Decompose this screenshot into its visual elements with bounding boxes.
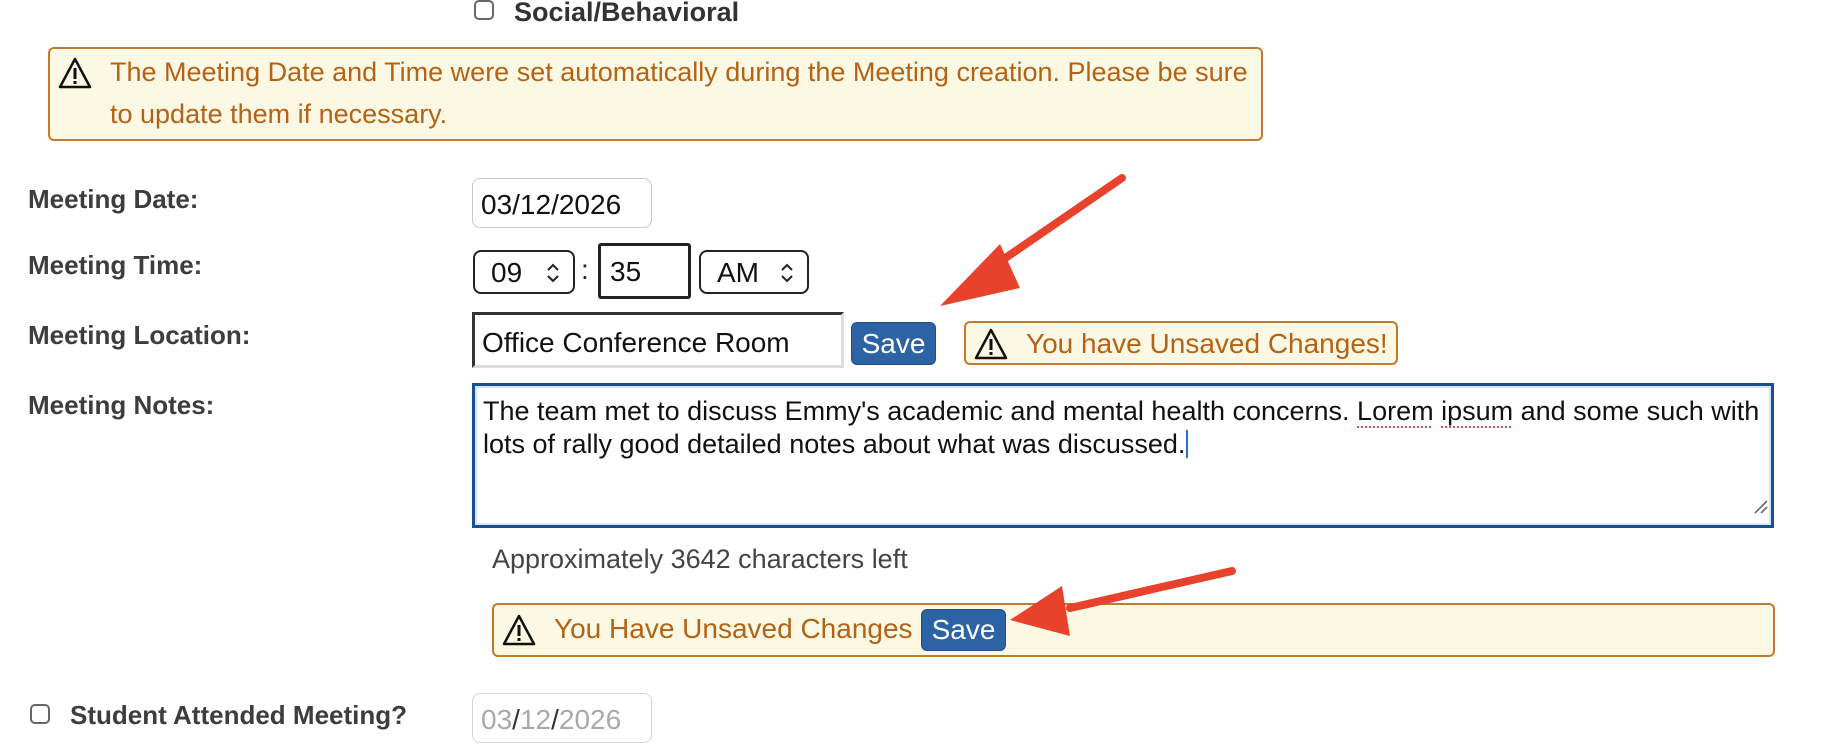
social-behavioral-checkbox[interactable] [474,0,494,20]
attended-date-day: 12 [519,704,552,735]
location-save-button[interactable]: Save [851,322,936,365]
meeting-notes-label: Meeting Notes: [28,390,215,420]
warning-triangle-icon [502,614,536,646]
time-separator: : [581,254,589,285]
warning-triangle-icon [58,57,92,89]
unsaved-changes-badge: You have Unsaved Changes! [964,321,1398,365]
attended-date-year: 2026 [558,704,622,735]
hour-select-value: 09 [491,257,523,288]
date-separator: / [512,704,520,735]
unsaved-changes-alert-text: You Have Unsaved Changes [554,613,913,644]
minute-input[interactable]: 35 [598,243,691,299]
attended-date-month: 03 [481,704,513,735]
characters-left-counter: Approximately 3642 characters left [492,544,908,574]
am-pm-select-value: AM [717,257,759,288]
social-behavioral-label: Social/Behavioral [514,0,740,27]
notes-save-button[interactable]: Save [921,609,1006,651]
unsaved-changes-badge-text: You have Unsaved Changes! [1026,328,1388,359]
notes-space [1434,396,1442,426]
auto-set-date-alert-text: The Meeting Date and Time were set autom… [110,57,1248,129]
unsaved-changes-alert: You Have Unsaved Changes Save [492,603,1775,657]
warning-triangle-icon [974,328,1008,360]
up-down-chevron-icon [545,260,561,292]
meeting-time-label: Meeting Time: [28,250,203,280]
auto-set-date-alert: The Meeting Date and Time were set autom… [48,47,1263,141]
notes-text-part1: The team met to discuss Emmy's academic … [483,396,1358,426]
hour-select[interactable]: 09 [473,250,575,294]
up-down-chevron-icon [779,260,795,292]
am-pm-select[interactable]: AM [699,250,809,294]
student-attended-label: Student Attended Meeting? [70,700,408,730]
meeting-date-input[interactable]: 03/12/2026 [472,178,652,228]
meeting-notes-textarea[interactable]: The team met to discuss Emmy's academic … [472,383,1774,528]
meeting-location-input[interactable]: Office Conference Room [472,312,844,368]
meeting-location-label: Meeting Location: [28,320,251,350]
text-caret [1186,430,1189,458]
resize-handle-icon[interactable] [1751,490,1769,523]
date-separator: / [551,704,559,735]
meeting-date-label: Meeting Date: [28,184,199,214]
attended-date-input: 03/12/2026 [472,693,652,743]
annotation-arrow-location-save [940,174,1126,306]
notes-misspelled-word: Lorem [1357,396,1434,426]
student-attended-checkbox[interactable] [30,704,50,724]
notes-misspelled-word: ipsum [1441,396,1514,426]
